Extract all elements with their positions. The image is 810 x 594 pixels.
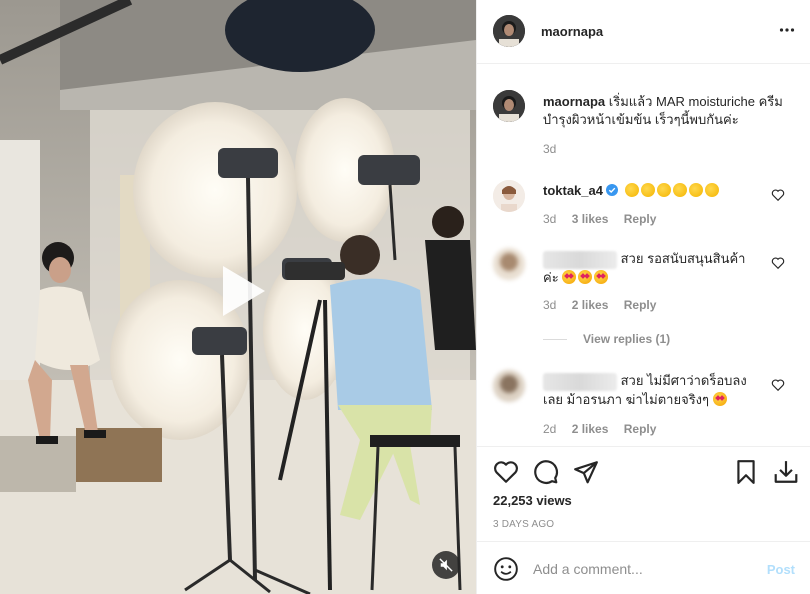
- comment-meta: 3d 2 likes Reply: [543, 298, 668, 312]
- heart-icon[interactable]: [493, 459, 519, 485]
- post-timestamp[interactable]: 3 DAYS AGO: [493, 519, 554, 530]
- post-header: maornapa: [477, 0, 810, 64]
- mute-icon: [439, 558, 453, 572]
- like-comment-heart-icon[interactable]: [771, 256, 785, 270]
- more-options-icon[interactable]: [779, 22, 795, 38]
- author-username[interactable]: maornapa: [541, 24, 603, 39]
- clap-emoji-icon: [657, 183, 672, 197]
- blurred-username[interactable]: [543, 250, 617, 269]
- verified-icon: [605, 184, 618, 196]
- like-comment-heart-icon[interactable]: [771, 188, 785, 202]
- comment-body: สวย ไม่มีศาว่าดร็อบลงเลย ม้าอรนภา ฆ่าไม่…: [543, 372, 761, 409]
- reply-button[interactable]: Reply: [624, 422, 657, 436]
- clap-emoji-icon: [673, 183, 688, 197]
- add-comment-bar: Post: [477, 541, 810, 594]
- play-icon[interactable]: [205, 258, 271, 324]
- comment-meta: 2d 2 likes Reply: [543, 422, 668, 436]
- add-comment-input[interactable]: [533, 556, 753, 582]
- instagram-post-page: maornapa maornapa เริ่มแล้ว MAR moisturi…: [0, 0, 810, 594]
- comment-body: toktak_a4: [543, 182, 761, 200]
- download-icon[interactable]: [773, 459, 799, 485]
- clap-emoji-icon: [689, 183, 704, 197]
- share-icon[interactable]: [573, 459, 599, 485]
- post-actions-section: 22,253 views 3 DAYS AGO Post: [477, 446, 810, 594]
- comment-likes[interactable]: 3 likes: [572, 212, 609, 226]
- caption-age[interactable]: 3d: [543, 142, 556, 156]
- reply-button[interactable]: Reply: [624, 212, 657, 226]
- star-struck-emoji-icon: [562, 269, 577, 284]
- comment-body: สวย รอสนับสนุนสินค้าค่ะ: [543, 250, 761, 287]
- star-struck-emoji-icon: [578, 269, 593, 284]
- comment-age[interactable]: 2d: [543, 422, 556, 436]
- reply-button[interactable]: Reply: [624, 298, 657, 312]
- post-comment-button[interactable]: Post: [767, 562, 795, 577]
- star-struck-emoji-icon: [594, 269, 609, 284]
- comment-likes[interactable]: 2 likes: [572, 298, 609, 312]
- like-comment-heart-icon[interactable]: [771, 378, 785, 392]
- caption-avatar[interactable]: [493, 90, 525, 122]
- post-video[interactable]: [0, 0, 476, 594]
- mute-button[interactable]: [432, 551, 460, 579]
- comment-likes[interactable]: 2 likes: [572, 422, 609, 436]
- caption-username[interactable]: maornapa: [543, 94, 605, 109]
- comment-meta: 3d 3 likes Reply: [543, 212, 668, 226]
- comment-icon[interactable]: [533, 459, 559, 485]
- commenter-avatar[interactable]: [493, 248, 525, 280]
- clap-emoji-icon: [641, 183, 656, 197]
- commenter-avatar[interactable]: [493, 370, 525, 402]
- comment-username[interactable]: toktak_a4: [543, 183, 603, 198]
- view-replies-button[interactable]: View replies (1): [543, 332, 670, 346]
- clap-emoji-icon: [625, 183, 640, 197]
- blurred-username[interactable]: [543, 372, 617, 391]
- commenter-avatar[interactable]: [493, 180, 525, 212]
- comment-age[interactable]: 3d: [543, 212, 556, 226]
- comment-emoji-group: [622, 183, 722, 198]
- bookmark-icon[interactable]: [733, 459, 759, 485]
- post-sidebar: maornapa maornapa เริ่มแล้ว MAR moisturi…: [476, 0, 810, 594]
- clap-emoji-icon: [705, 183, 720, 197]
- author-avatar[interactable]: [493, 15, 525, 47]
- comment-emoji-group: [562, 269, 610, 285]
- emoji-icon[interactable]: [493, 556, 519, 582]
- view-count[interactable]: 22,253 views: [493, 493, 572, 508]
- caption-text-block: maornapa เริ่มแล้ว MAR moisturiche ครีมบ…: [543, 93, 793, 129]
- comment-age[interactable]: 3d: [543, 298, 556, 312]
- comment-emoji-group: [712, 391, 729, 407]
- star-struck-emoji-icon: [712, 391, 727, 406]
